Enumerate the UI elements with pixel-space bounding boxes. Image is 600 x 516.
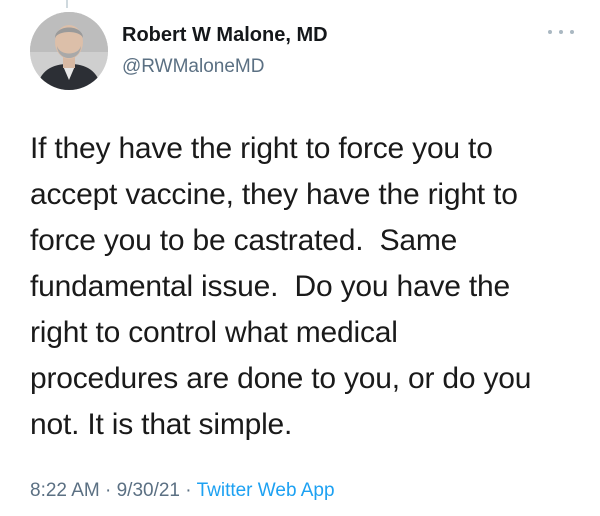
tweet-time[interactable]: 8:22 AM xyxy=(30,480,100,501)
author-display-name[interactable]: Robert W Malone, MD xyxy=(122,24,328,47)
tweet-date[interactable]: 9/30/21 xyxy=(117,480,180,501)
author-handle[interactable]: @RWMaloneMD xyxy=(122,56,264,78)
meta-separator: · xyxy=(180,480,197,501)
tweet-source-link[interactable]: Twitter Web App xyxy=(197,480,335,501)
tweet-text: If they have the right to force you to a… xyxy=(30,132,532,441)
more-options-icon[interactable] xyxy=(548,26,574,38)
profile-photo-icon xyxy=(30,12,108,90)
tweet-card: Robert W Malone, MD @RWMaloneMD If they … xyxy=(0,0,600,516)
tweet-metadata: 8:22 AM · 9/30/21 · Twitter Web App xyxy=(30,480,335,502)
thread-connector xyxy=(66,0,68,8)
meta-separator: · xyxy=(99,480,117,501)
avatar[interactable] xyxy=(30,12,108,90)
